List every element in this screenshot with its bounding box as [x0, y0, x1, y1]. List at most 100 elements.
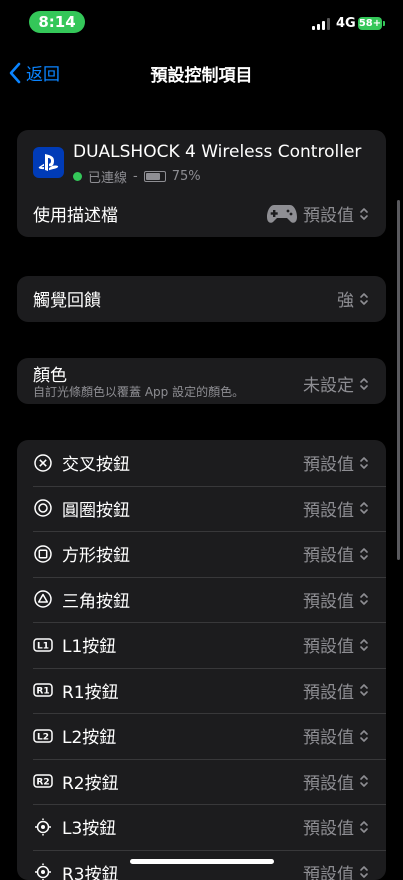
chevron-up-down-icon [359, 865, 369, 879]
button-mapping-value: 預設值 [303, 496, 354, 521]
button-mapping-row[interactable]: R2 R2按鈕 預設值 [17, 759, 386, 805]
button-mapping-label: 圓圈按鈕 [62, 496, 130, 521]
button-mapping-label: L3按鈕 [62, 814, 116, 839]
button-mapping-row[interactable]: 圓圈按鈕 預設值 [17, 486, 386, 532]
button-mapping-row[interactable]: 方形按鈕 預設值 [17, 531, 386, 577]
page-title: 預設控制項目 [0, 61, 403, 86]
battery-level-icon [144, 171, 166, 182]
network-type: 4G [336, 16, 356, 31]
l1-icon: L1 [33, 635, 53, 655]
button-mapping-label: 方形按鈕 [62, 541, 130, 566]
controller-status: 已連線 - 75% [73, 167, 201, 186]
chevron-up-down-icon [359, 774, 369, 788]
button-mapping-label: R1按鈕 [62, 678, 119, 703]
button-mapping-value-group[interactable]: 預設值 [303, 632, 369, 657]
button-mapping-row[interactable]: 交叉按鈕 預設值 [17, 440, 386, 486]
button-mapping-value: 預設值 [303, 860, 354, 880]
haptics-value: 強 [337, 286, 354, 311]
button-mapping-value-group[interactable]: 預設值 [303, 496, 369, 521]
button-glyph-label: R2 [36, 778, 49, 788]
haptics-card: 觸覺回饋 強 [17, 276, 386, 322]
chevron-up-down-icon [359, 207, 369, 221]
button-mapping-row[interactable]: L3按鈕 預設值 [17, 804, 386, 850]
cross-icon [33, 453, 53, 473]
status-separator: - [133, 169, 138, 184]
controller-card: DUALSHOCK 4 Wireless Controller 已連線 - 75… [17, 130, 386, 237]
button-mapping-label: R2按鈕 [62, 769, 119, 794]
button-mapping-row[interactable]: R1 R1按鈕 預設值 [17, 668, 386, 714]
button-mapping-value: 預設值 [303, 723, 354, 748]
battery-icon: 58+ [358, 17, 382, 30]
button-mapping-row[interactable]: R3按鈕 預設值 [17, 850, 386, 880]
triangle-icon [33, 589, 53, 609]
button-glyph-label: L1 [37, 641, 49, 651]
navigation-bar: 返回 預設控制項目 [0, 56, 403, 88]
color-description: 自訂光條顏色以覆蓋 App 設定的顏色。 [33, 383, 244, 400]
chevron-up-down-icon [359, 729, 369, 743]
chevron-up-down-icon [359, 501, 369, 515]
circle-icon [33, 498, 53, 518]
button-mapping-row[interactable]: L1 L1按鈕 預設值 [17, 622, 386, 668]
button-glyph-label: R1 [36, 687, 49, 697]
profile-row[interactable]: 使用描述檔 預設值 [17, 191, 386, 237]
button-mapping-value-group[interactable]: 預設值 [303, 678, 369, 703]
button-mapping-label: R3按鈕 [62, 860, 119, 880]
l2-icon: L2 [33, 726, 53, 746]
color-value-group[interactable]: 未設定 [303, 371, 369, 396]
cellular-signal-icon [312, 18, 330, 30]
status-bar: 8:14 4G 58+ [0, 0, 403, 44]
playstation-logo-icon [33, 147, 64, 178]
connected-dot-icon [73, 172, 82, 181]
button-mapping-value-group[interactable]: 預設值 [303, 587, 369, 612]
home-indicator[interactable] [130, 859, 274, 864]
button-mapping-value: 預設值 [303, 678, 354, 703]
button-mapping-label: 交叉按鈕 [62, 450, 130, 475]
button-mapping-label: 三角按鈕 [62, 587, 130, 612]
button-mapping-value-group[interactable]: 預設值 [303, 769, 369, 794]
battery-tip [383, 21, 385, 26]
controller-battery: 75% [172, 169, 201, 184]
buttons-card: 交叉按鈕預設值圓圈按鈕預設值方形按鈕預設值三角按鈕預設值L1L1按鈕預設值R1R… [17, 440, 386, 880]
button-mapping-value-group[interactable]: 預設值 [303, 814, 369, 839]
button-mapping-value: 預設值 [303, 632, 354, 657]
chevron-up-down-icon [359, 292, 369, 306]
button-mapping-value: 預設值 [303, 450, 354, 475]
button-mapping-value: 預設值 [303, 587, 354, 612]
button-glyph-label: L2 [37, 732, 49, 742]
chevron-up-down-icon [359, 592, 369, 606]
button-mapping-value-group[interactable]: 預設值 [303, 723, 369, 748]
color-value: 未設定 [303, 371, 354, 396]
chevron-up-down-icon [359, 377, 369, 391]
profile-label: 使用描述檔 [33, 201, 118, 226]
chevron-up-down-icon [359, 683, 369, 697]
button-mapping-value: 預設值 [303, 541, 354, 566]
color-card: 顏色 自訂光條顏色以覆蓋 App 設定的顏色。 未設定 [17, 358, 386, 404]
r2-icon: R2 [33, 771, 53, 791]
profile-value: 預設值 [303, 201, 354, 226]
button-mapping-value-group[interactable]: 預設值 [303, 450, 369, 475]
profile-value-group[interactable]: 預設值 [266, 201, 369, 226]
haptics-value-group[interactable]: 強 [337, 286, 369, 311]
status-time[interactable]: 8:14 [29, 11, 85, 33]
chevron-up-down-icon [359, 820, 369, 834]
chevron-up-down-icon [359, 547, 369, 561]
button-mapping-value-group[interactable]: 預設值 [303, 541, 369, 566]
controller-name: DUALSHOCK 4 Wireless Controller [73, 142, 361, 162]
controller-header: DUALSHOCK 4 Wireless Controller 已連線 - 75… [17, 130, 386, 191]
button-mapping-row[interactable]: 三角按鈕 預設值 [17, 577, 386, 623]
r1-icon: R1 [33, 680, 53, 700]
button-mapping-label: L2按鈕 [62, 723, 116, 748]
button-mapping-label: L1按鈕 [62, 632, 116, 657]
button-mapping-row[interactable]: L2 L2按鈕 預設值 [17, 713, 386, 759]
chevron-up-down-icon [359, 638, 369, 652]
gamepad-icon [266, 203, 298, 225]
button-mapping-value: 預設值 [303, 814, 354, 839]
l3-icon [33, 817, 53, 837]
scrollbar[interactable] [397, 200, 400, 560]
connection-status: 已連線 [88, 167, 127, 186]
r3-icon [33, 862, 53, 880]
color-row[interactable]: 顏色 自訂光條顏色以覆蓋 App 設定的顏色。 未設定 [17, 358, 386, 404]
button-mapping-value-group[interactable]: 預設值 [303, 860, 369, 880]
haptics-row[interactable]: 觸覺回饋 強 [17, 276, 386, 322]
button-mapping-value: 預設值 [303, 769, 354, 794]
